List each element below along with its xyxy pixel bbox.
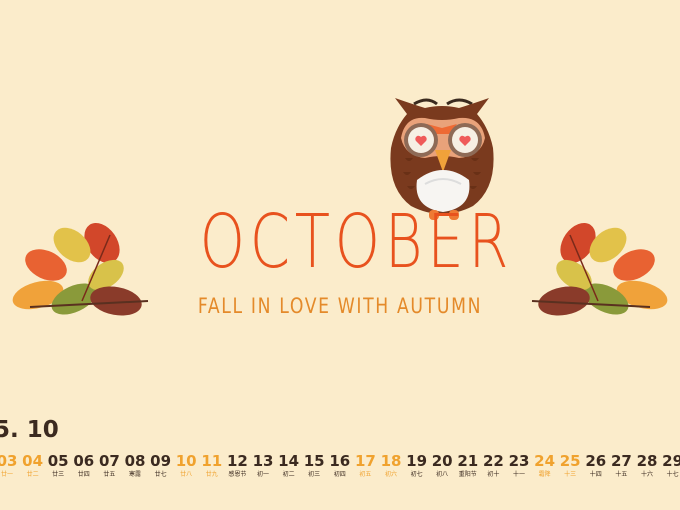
leaf-cluster-left-icon <box>12 223 149 316</box>
wallpaper: OCTOBER FALL IN LOVE WITH AUTUMN 5. 10 0… <box>0 0 680 510</box>
calendar-month-label: 5. 10 <box>0 417 59 443</box>
calendar-days-row: 03 廿一 04 廿二 05 廿三 06 廿四 07 廿五 08 寒露 09 廿七 10 廿八 11 廿九 12 感恩… <box>0 452 680 492</box>
calendar-day: 29 十七 <box>658 452 680 479</box>
calendar-day-lunar: 十七 <box>666 471 679 478</box>
calendar-day-number: 29 <box>662 452 680 470</box>
month-title: OCTOBER <box>199 199 514 285</box>
leaf-cluster-right-icon <box>531 223 668 316</box>
tagline: FALL IN LOVE WITH AUTUMN <box>197 294 483 318</box>
